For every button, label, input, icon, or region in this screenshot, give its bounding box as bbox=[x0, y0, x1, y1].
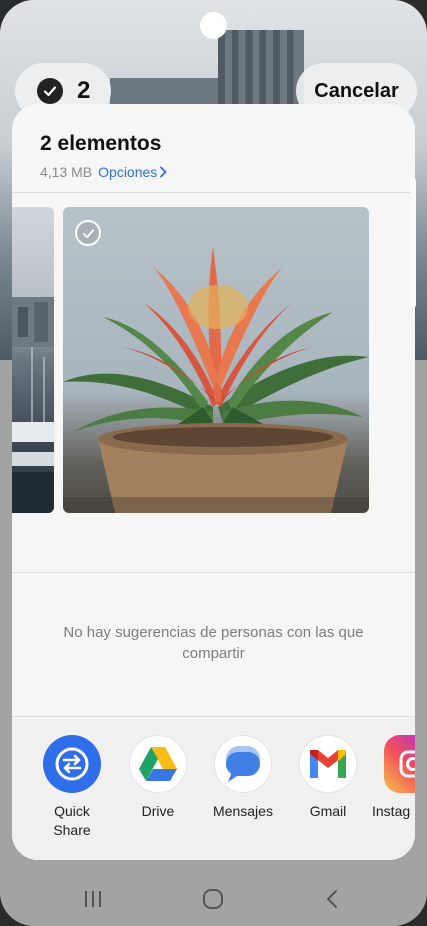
chevron-right-icon bbox=[160, 166, 168, 178]
file-size: 4,13 MB bbox=[40, 164, 93, 180]
no-suggestions-text: No hay sugerencias de personas con las q… bbox=[63, 624, 364, 662]
plant-image bbox=[63, 247, 369, 513]
app-label: Drive bbox=[141, 803, 175, 819]
quick-share-icon bbox=[43, 735, 101, 793]
phone-screen: 2 Cancelar 2 elementos 4,13 MB Opciones bbox=[0, 0, 427, 926]
app-drive[interactable]: Drive bbox=[115, 735, 201, 821]
next-thumbnail-edge bbox=[410, 178, 416, 308]
sheet-header: 2 elementos 4,13 MB Opciones bbox=[40, 132, 168, 180]
harbour-image bbox=[12, 297, 54, 513]
share-apps-row: Quick Share Drive Mensajes Gmail Instag bbox=[12, 718, 415, 860]
home-icon[interactable] bbox=[201, 888, 225, 915]
share-sheet: 2 elementos 4,13 MB Opciones No hay suge… bbox=[12, 104, 415, 860]
divider bbox=[12, 572, 415, 573]
cancel-label: Cancelar bbox=[314, 79, 399, 102]
app-gmail[interactable]: Gmail bbox=[285, 735, 371, 821]
check-icon bbox=[37, 78, 63, 104]
divider bbox=[12, 716, 415, 717]
google-drive-icon bbox=[129, 735, 187, 793]
options-label: Opciones bbox=[98, 164, 158, 180]
app-instagram[interactable]: Instag bbox=[370, 735, 415, 821]
selected-check-icon[interactable] bbox=[75, 220, 101, 246]
app-label: Gmail bbox=[309, 803, 347, 819]
navigation-bar bbox=[0, 876, 427, 926]
options-link[interactable]: Opciones bbox=[98, 164, 168, 180]
recent-apps-icon[interactable] bbox=[82, 888, 104, 915]
app-quick-share[interactable]: Quick Share bbox=[29, 735, 115, 840]
app-label: Mensajes bbox=[213, 803, 273, 819]
sheet-subtitle: 4,13 MB Opciones bbox=[40, 164, 168, 180]
app-label: Quick Share bbox=[53, 803, 91, 838]
messages-icon bbox=[214, 735, 272, 793]
divider bbox=[12, 192, 415, 193]
gmail-icon bbox=[299, 735, 357, 793]
app-label: Instag bbox=[372, 803, 411, 819]
selected-count: 2 bbox=[77, 77, 91, 104]
instagram-icon bbox=[384, 735, 415, 793]
thumbnail-plant[interactable] bbox=[63, 207, 369, 513]
back-icon[interactable] bbox=[323, 888, 341, 915]
front-camera bbox=[200, 12, 227, 39]
app-messages[interactable]: Mensajes bbox=[200, 735, 286, 821]
sheet-title: 2 elementos bbox=[40, 132, 162, 155]
thumbnail-harbour[interactable] bbox=[12, 207, 54, 513]
